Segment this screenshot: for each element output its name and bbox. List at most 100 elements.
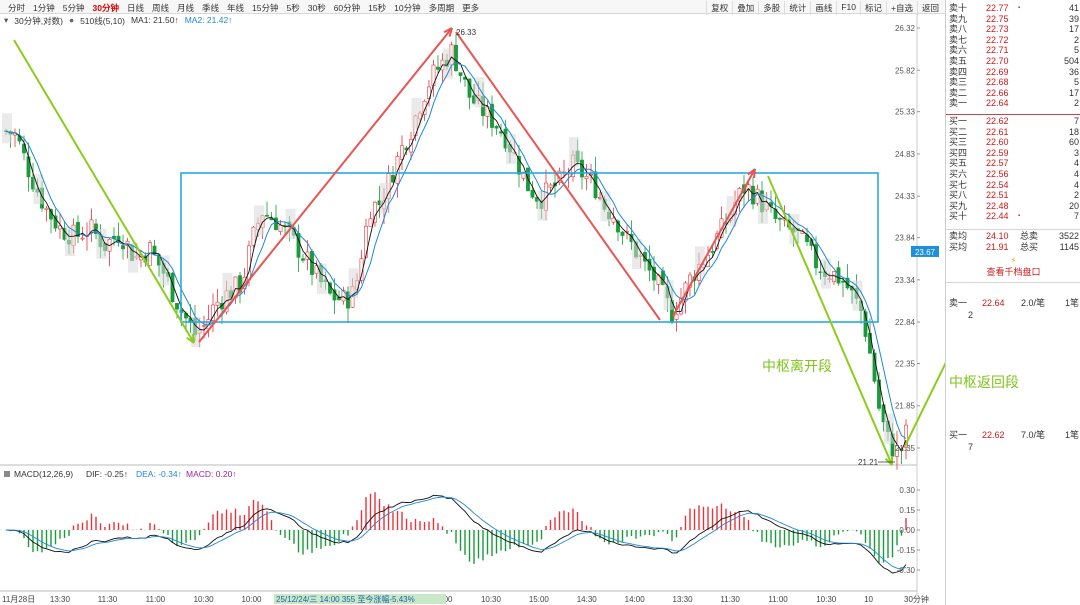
macd-tick-label: -0.30 [897,566,916,575]
ask-row[interactable]: 卖四 22.69 36 [946,67,1080,78]
trade-sell-row[interactable]: 卖一 22.64 2.0/笔 1笔 [946,298,1080,309]
tool-button[interactable]: 画线 [810,1,836,15]
level-qty: 5 [1073,45,1079,56]
time-label: 15:00 [529,595,550,604]
candle-body [80,237,85,240]
time-label: 10 [864,595,873,604]
bid-row[interactable]: 买二 22.61 18 [946,127,1080,138]
period-tab[interactable]: 5秒 [283,1,304,15]
settings-dot-icon[interactable]: ● [69,15,74,27]
bid-row[interactable]: 买三 22.60 60 [946,137,1080,148]
period-tab[interactable]: 15秒 [364,1,390,15]
annotation-return: 中枢返回段 [949,375,1019,391]
period-tab[interactable]: 多周期 [425,1,459,15]
level-qty: 20 [1068,200,1079,211]
cursor-info-label: 25/12/24/三 14:00 355 至今涨幅-5.43% [276,594,415,604]
level-qty: 504 [1063,56,1079,66]
time-label: 13:30 [673,595,694,604]
period-tab[interactable]: 日线 [123,1,148,15]
level-qty: 18 [1068,126,1079,137]
period-tab[interactable]: 年线 [223,1,248,15]
trade-label: 买一 [949,430,968,440]
period-tab[interactable]: 1分钟 [29,1,59,15]
candle-body [454,44,458,72]
period-tab[interactable]: 分时 [4,1,29,15]
tool-button[interactable]: 返回 [916,1,943,15]
level-price: 22.77 [986,3,1009,13]
level-marker-icon: ▪ [1018,213,1021,220]
period-tab[interactable]: 5分钟 [59,1,89,15]
price-tick-label: 25.82 [895,66,916,75]
candle-body [841,280,845,283]
legend-ma1: MA1: 21.50↑ [130,15,179,25]
tool-button[interactable]: 叠加 [732,1,758,15]
bid-row[interactable]: 买四 22.59 3 [946,148,1080,159]
level-price: 22.70 [986,56,1009,66]
bid-row[interactable]: 买一 22.62 7 [946,116,1080,127]
summary-label: 总买 [1020,242,1039,252]
summary-label: 总卖 [1020,231,1039,241]
candle-body [368,218,373,227]
bid-row[interactable]: 买七 22.54 4 [946,180,1080,191]
ask-row[interactable]: 卖三 22.68 5 [946,77,1080,88]
level-qty: 4 [1073,169,1079,179]
bid-row[interactable]: 买五 22.57 4 [946,158,1080,169]
tool-button[interactable]: 多股 [758,1,784,15]
price-tick-label: 26.32 [895,24,916,33]
ma2-line [5,62,907,439]
bid-row[interactable]: 买九 22.48 20 [946,201,1080,212]
bid-row[interactable]: 买十 22.44 ▪ 7 [946,211,1080,222]
period-tab[interactable]: 15分钟 [248,1,282,15]
price-tick-label: 25.33 [895,108,916,117]
level-qty: 2 [1073,190,1079,201]
tool-button[interactable]: 复权 [706,1,732,15]
price-tick-label: 24.33 [895,192,916,201]
tool-button[interactable]: 标记 [860,1,886,15]
ask-row[interactable]: 卖九 22.75 39 [946,14,1080,25]
level-label: 卖三 [949,77,968,88]
period-tab[interactable]: 更多 [458,1,483,15]
ask-row[interactable]: 卖一 22.64 2 [946,98,1080,109]
level-label: 卖五 [949,56,968,66]
tool-button[interactable]: F10 [836,1,860,15]
period-tab[interactable]: 60分钟 [330,1,364,15]
time-label: 10:30 [194,595,215,604]
legend-main: 30分钟,对数) [14,16,63,26]
time-label: 14:00 [625,595,646,604]
period-tab[interactable]: 30秒 [304,1,330,15]
trade-price: 22.64 [982,298,1005,308]
period-tab[interactable]: 周线 [148,1,173,15]
period-tab[interactable]: 季线 [198,1,223,15]
period-tab[interactable]: 月线 [173,1,198,15]
level-qty: 7 [1073,211,1079,222]
tool-button[interactable]: +自选 [886,1,917,15]
macd-tick-label: 0.15 [899,506,915,515]
trade-buy-row[interactable]: 买一 22.62 7.0/笔 1笔 [946,430,1080,441]
bid-row[interactable]: 买六 22.56 4 [946,169,1080,180]
ask-row[interactable]: 卖二 22.66 17 [946,88,1080,99]
ask-row[interactable]: 卖八 22.73 17 [946,24,1080,35]
green-arrow-down-2 [767,175,893,466]
macd-legend-dea: DEA: -0.34↑ [136,469,182,479]
bid-row[interactable]: 买八 22.51 2 [946,190,1080,201]
level-label: 买八 [949,190,968,201]
kline-chart[interactable]: 26.3321.21中枢离开段 0.300.150.00-0.15-0.30MA… [0,14,981,605]
level-marker-icon: ▪ [1018,5,1021,11]
level-price: 22.69 [986,66,1009,77]
legend-indicator[interactable]: 510线(5,10) [80,15,125,27]
ask-row[interactable]: 卖五 22.70 504 [946,56,1080,67]
green-arrow-up-return [904,292,981,447]
order-book-panel: 卖十 22.77 ▪ 41 卖九 22.75 39 卖八 22.73 17 卖七 22.72 2 卖六 22… [945,0,1080,605]
kline-chart-area[interactable]: 26.33 21.21 中枢离开段 0.30 0.15 0.00 -0.15 -0.30 MA… [0,14,981,605]
ask-row[interactable]: 卖十 22.77 ▪ 41 [946,3,1080,14]
candle-body [215,301,220,306]
tool-button[interactable]: 统计 [784,1,810,15]
period-tab[interactable]: 30分钟 [88,1,122,15]
level2-link[interactable]: ⚡ 查看千档盘口 [946,256,1080,277]
dropdown-icon[interactable]: ▾ [4,15,8,27]
macd-tick-label: -0.15 [897,546,916,555]
ask-row[interactable]: 卖七 22.72 2 [946,35,1080,46]
candle-body [400,145,404,160]
ask-row[interactable]: 卖六 22.71 5 [946,45,1080,56]
period-tab[interactable]: 10分钟 [390,1,424,15]
